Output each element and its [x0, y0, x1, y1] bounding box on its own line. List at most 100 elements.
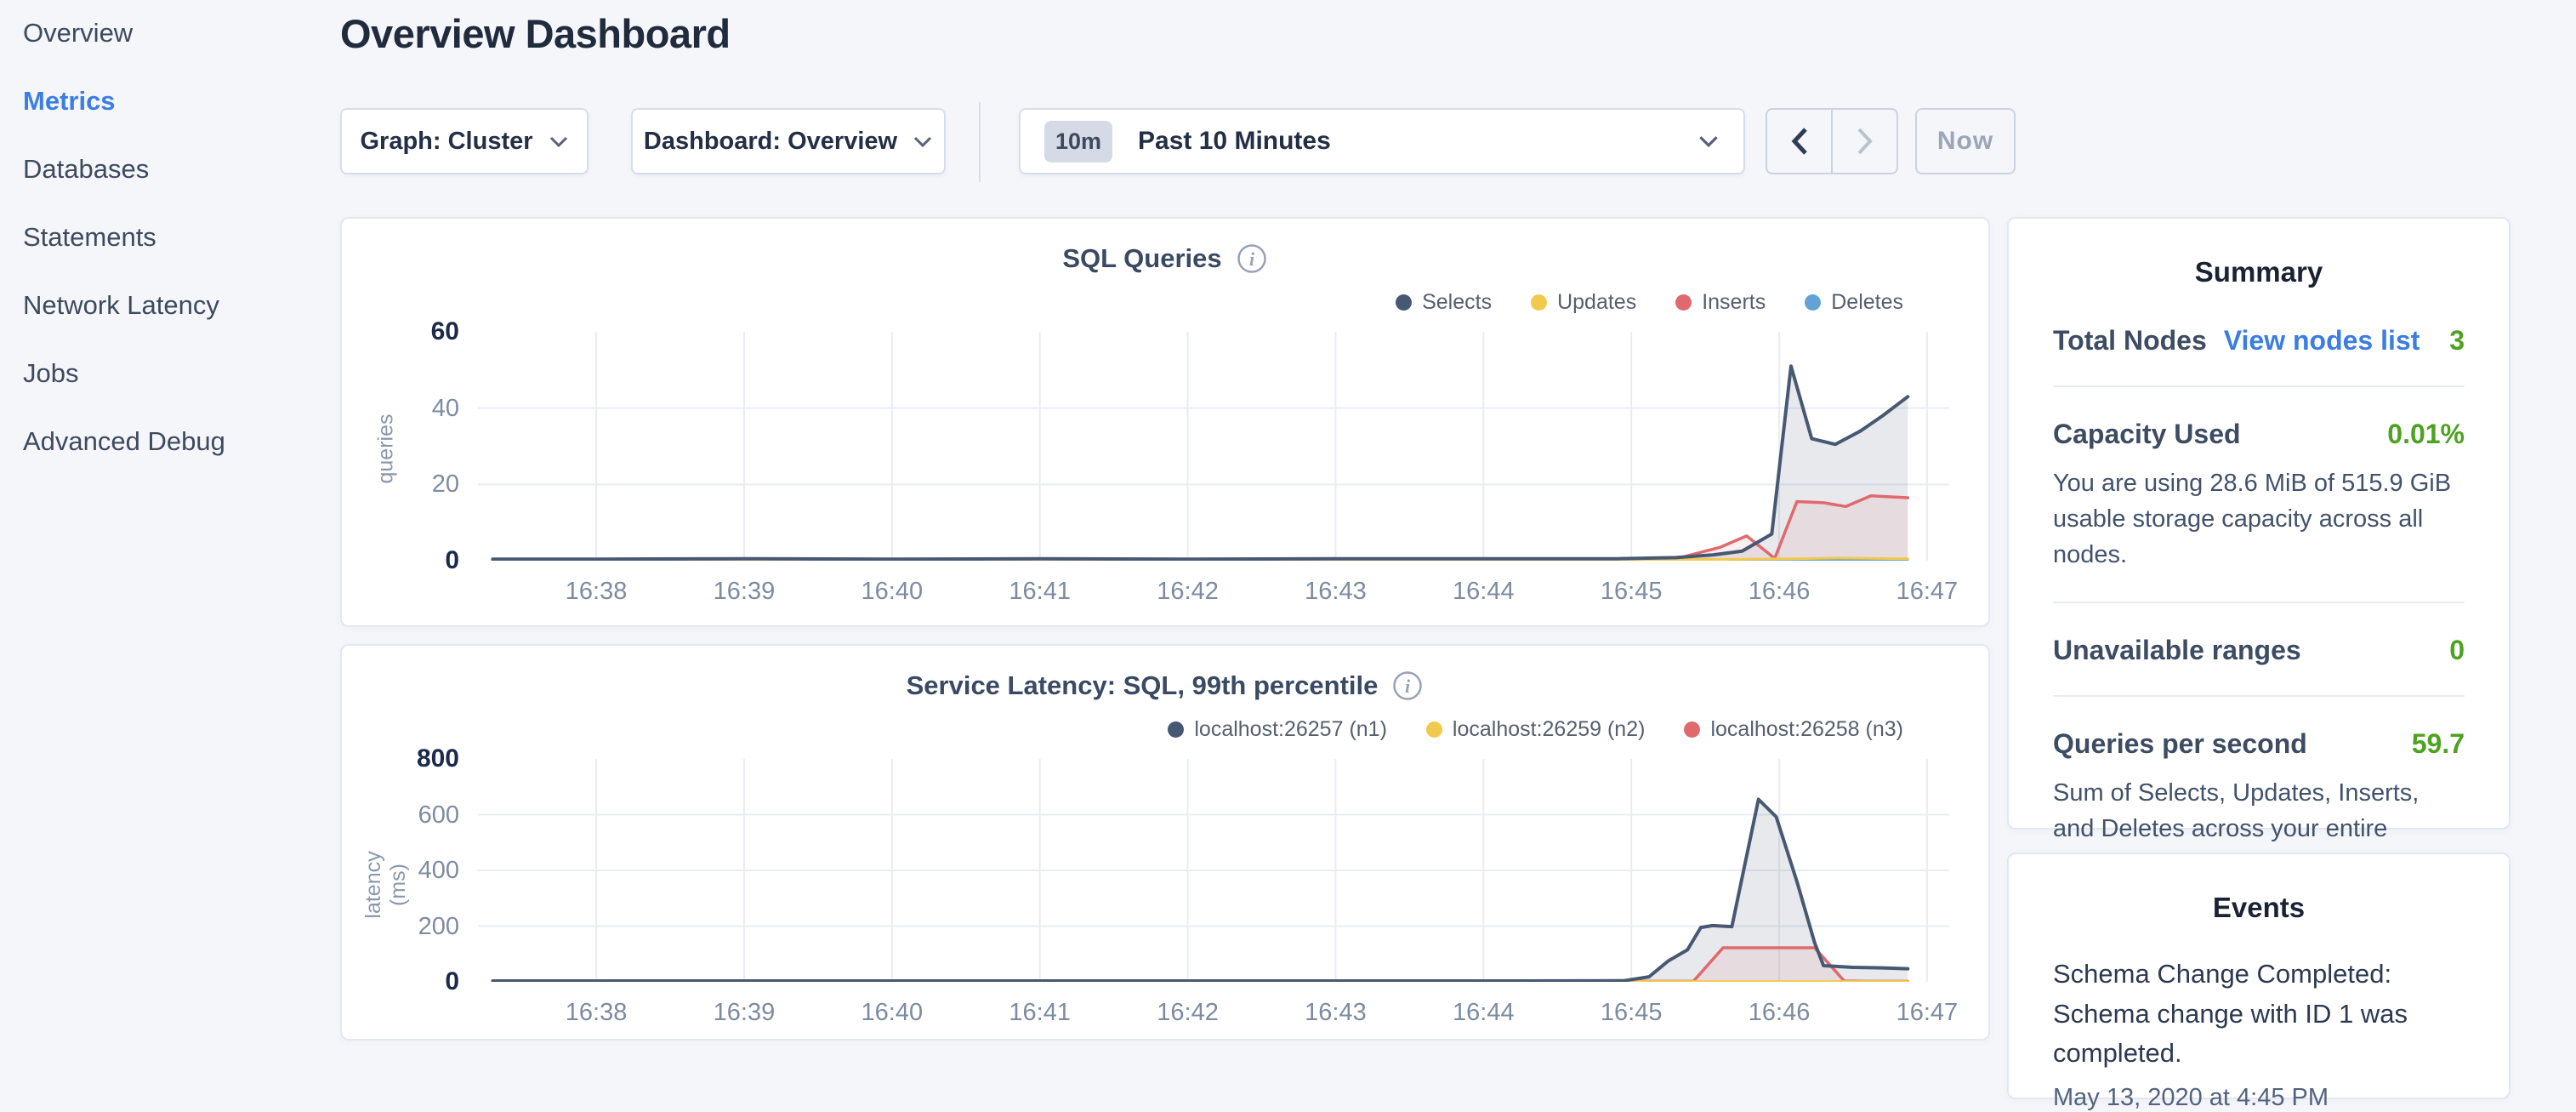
sql-queries-plot[interactable] [478, 332, 1949, 561]
svg-text:i: i [1405, 676, 1411, 697]
sidebar-item-metrics[interactable]: Metrics [23, 87, 340, 115]
graph-dropdown[interactable]: Graph: Cluster [340, 108, 589, 174]
time-range-selector[interactable]: 10m Past 10 Minutes [1019, 108, 1745, 174]
events-panel: Events Schema Change Completed: Schema c… [2007, 853, 2511, 1099]
summary-value: 3 [2449, 325, 2465, 356]
chevron-down-icon [549, 135, 569, 148]
chevron-left-icon [1790, 127, 1809, 156]
service-latency-legend: localhost:26257 (n1) localhost:26259 (n2)… [1168, 717, 1903, 742]
legend-item: localhost:26258 (n3) [1684, 717, 1903, 742]
legend-item: Updates [1531, 290, 1636, 315]
service-latency-chart-title: Service Latency: SQL, 99th percentile [907, 670, 1379, 701]
x-tick-label: 16:43 [1271, 578, 1399, 606]
sidebar-item-databases[interactable]: Databases [23, 155, 340, 183]
sql-queries-legend: Selects Updates Inserts Deletes [1396, 290, 1903, 315]
legend-label: Inserts [1702, 290, 1766, 315]
chevron-down-icon [1697, 134, 1720, 148]
x-tick-label: 16:45 [1567, 999, 1695, 1027]
legend-dot-icon [1426, 721, 1442, 738]
x-tick-label: 16:40 [828, 999, 956, 1027]
y-tick-label: 600 [342, 801, 459, 830]
time-range-label: Past 10 Minutes [1138, 127, 1331, 156]
legend-item: localhost:26259 (n2) [1426, 717, 1646, 742]
x-tick-label: 16:39 [680, 578, 808, 606]
legend-item: Deletes [1805, 290, 1903, 315]
legend-item: Inserts [1675, 290, 1766, 315]
legend-dot-icon [1675, 294, 1692, 311]
svg-text:i: i [1249, 248, 1255, 270]
now-button[interactable]: Now [1915, 108, 2016, 174]
legend-dot-icon [1531, 294, 1547, 311]
x-tick-label: 16:44 [1419, 999, 1547, 1027]
summary-row: Unavailable ranges 0 [2053, 603, 2465, 697]
legend-dot-icon [1396, 294, 1412, 311]
chart-canvas [478, 332, 1949, 561]
page-title: Overview Dashboard [340, 10, 731, 57]
events-list: Schema Change Completed: Schema change w… [2009, 955, 2509, 1112]
legend-dot-icon [1168, 721, 1184, 738]
x-tick-label: 16:39 [680, 999, 808, 1027]
sidebar-item-overview[interactable]: Overview [23, 19, 340, 47]
x-tick-label: 16:41 [976, 999, 1104, 1027]
summary-panel-title: Summary [2009, 256, 2509, 288]
legend-label: localhost:26258 (n3) [1710, 717, 1903, 742]
legend-label: Selects [1422, 290, 1492, 315]
event-timestamp: May 13, 2020 at 4:45 PM [2053, 1084, 2465, 1112]
summary-label: Total Nodes [2053, 325, 2207, 356]
x-tick-label: 16:46 [1715, 999, 1843, 1027]
toolbar-divider [979, 102, 981, 182]
summary-row: Capacity Used 0.01% You are using 28.6 MiB… [2053, 387, 2465, 603]
y-tick-label: 40 [342, 394, 459, 423]
legend-dot-icon [1805, 294, 1821, 311]
sidebar-item-advanced-debug[interactable]: Advanced Debug [23, 427, 340, 455]
chevron-right-icon [1856, 127, 1874, 156]
summary-row: Total Nodes View nodes list 3 [2053, 294, 2465, 387]
summary-label: Capacity Used [2053, 419, 2241, 450]
legend-item: localhost:26257 (n1) [1168, 717, 1387, 742]
x-tick-label: 16:43 [1271, 999, 1399, 1027]
chart-canvas [478, 759, 1949, 982]
legend-label: localhost:26257 (n1) [1194, 717, 1387, 742]
x-tick-label: 16:45 [1567, 578, 1695, 606]
legend-label: Updates [1557, 290, 1636, 315]
summary-value: 0.01% [2387, 419, 2465, 450]
info-icon[interactable]: i [1391, 670, 1424, 702]
y-tick-label: 0 [342, 967, 459, 996]
event-item: Schema Change Completed: Schema change w… [2053, 955, 2465, 1112]
prev-time-window-button[interactable] [1767, 110, 1831, 173]
y-tick-label: 20 [342, 470, 459, 499]
x-tick-label: 16:47 [1863, 578, 1991, 606]
summary-subtext: You are using 28.6 MiB of 515.9 GiB usab… [2053, 465, 2465, 573]
x-tick-label: 16:41 [976, 578, 1104, 606]
sidebar: Overview Metrics Databases Statements Networ… [0, 0, 340, 1052]
summary-value: 0 [2449, 635, 2465, 666]
event-text: Schema Change Completed: Schema change w… [2053, 955, 2465, 1074]
chevron-down-icon [913, 135, 933, 148]
y-tick-label: 0 [342, 546, 459, 575]
y-tick-label: 800 [342, 744, 459, 773]
info-icon[interactable]: i [1236, 242, 1268, 275]
view-nodes-link[interactable]: View nodes list [2224, 325, 2420, 356]
legend-label: Deletes [1831, 290, 1903, 315]
legend-item: Selects [1396, 290, 1492, 315]
summary-label: Unavailable ranges [2053, 635, 2301, 666]
next-time-window-button[interactable] [1831, 110, 1896, 173]
summary-label: Queries per second [2053, 728, 2307, 760]
sidebar-item-network-latency[interactable]: Network Latency [23, 291, 340, 319]
service-latency-plot[interactable] [478, 759, 1949, 982]
graph-dropdown-label: Graph: Cluster [360, 128, 532, 156]
chart-title-row: SQL Queries i [342, 242, 1988, 275]
summary-value: 59.7 [2412, 728, 2465, 760]
dashboard-dropdown[interactable]: Dashboard: Overview [631, 108, 946, 174]
time-window-arrows [1766, 108, 1898, 174]
x-tick-label: 16:46 [1715, 578, 1843, 606]
sql-queries-chart-title: SQL Queries [1062, 243, 1221, 274]
x-tick-label: 16:47 [1863, 999, 1991, 1027]
sidebar-item-statements[interactable]: Statements [23, 223, 340, 251]
x-tick-label: 16:38 [532, 578, 660, 606]
sidebar-item-jobs[interactable]: Jobs [23, 359, 340, 387]
x-tick-label: 16:44 [1419, 578, 1547, 606]
x-tick-label: 16:40 [828, 578, 956, 606]
x-tick-label: 16:38 [532, 999, 660, 1027]
sql-queries-card: SQL Queries i Selects Updates Inserts Delet… [340, 217, 1990, 627]
